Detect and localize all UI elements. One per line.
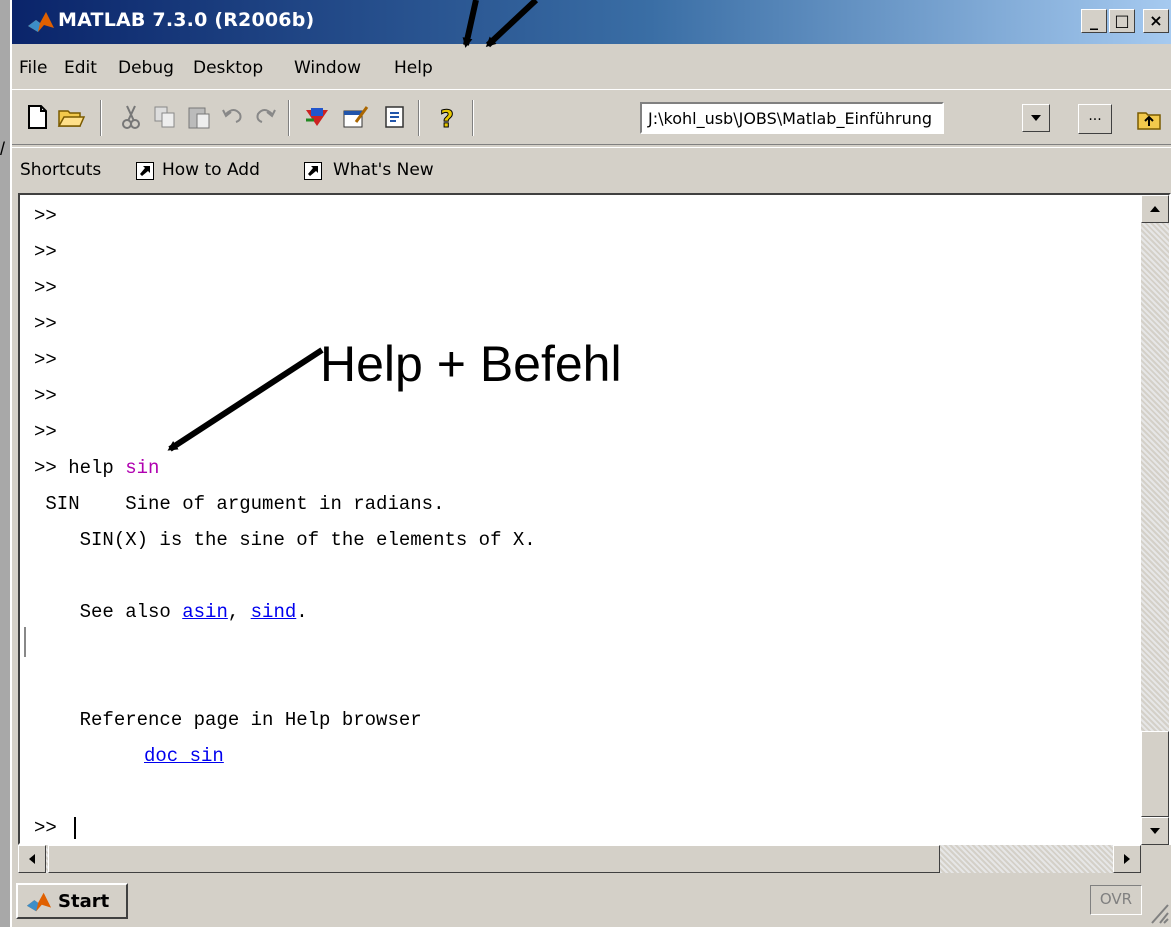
menu-file[interactable]: File <box>19 58 47 78</box>
help-icon[interactable]: ? <box>432 102 462 133</box>
ovr-indicator: OVR <box>1090 885 1142 915</box>
copy-icon[interactable] <box>150 102 180 132</box>
new-file-icon[interactable] <box>22 102 52 132</box>
matlab-logo-icon <box>28 12 54 32</box>
shortcuts-label: Shortcuts <box>20 160 102 180</box>
simulink-icon[interactable] <box>302 102 332 132</box>
scroll-right-button[interactable] <box>1113 845 1141 873</box>
menu-desktop[interactable]: Desktop <box>193 58 263 78</box>
browse-folder-button[interactable]: ... <box>1078 104 1112 134</box>
matlab-logo-icon <box>26 892 52 912</box>
prompt-line: >> <box>34 313 57 335</box>
horizontal-scroll-thumb[interactable] <box>48 845 940 873</box>
scroll-up-button[interactable] <box>1141 195 1169 223</box>
arrow-up-icon <box>1150 206 1160 212</box>
shortcut-icon <box>136 162 154 180</box>
status-bar: Start OVR <box>10 877 1171 927</box>
prompt-line: >> <box>34 385 57 407</box>
vertical-scroll-thumb[interactable] <box>1141 731 1169 817</box>
maximize-button[interactable]: □ <box>1109 9 1135 33</box>
prompt-line: >> <box>34 241 57 263</box>
help-prompt: >> <box>34 457 57 479</box>
current-prompt: >> <box>34 817 57 840</box>
text-caret-marker <box>24 627 26 657</box>
command-window[interactable]: >> >> >> >> >> >> >> >> help sin SIN Sin… <box>18 193 1171 845</box>
reference-line: Reference page in Help browser <box>34 709 422 731</box>
text-cursor <box>74 817 77 839</box>
help-argument: sin <box>125 457 160 479</box>
doc-sin-link-text[interactable]: doc sin <box>144 745 224 767</box>
svg-text:/: / <box>0 139 5 159</box>
scroll-left-button[interactable] <box>18 845 46 873</box>
shortcut-whats-new[interactable]: What's New <box>333 160 434 180</box>
guide-icon[interactable] <box>340 102 370 132</box>
arrow-left-icon <box>29 854 35 864</box>
vertical-scrollbar[interactable] <box>1141 195 1169 845</box>
toolbar-separator <box>418 100 420 136</box>
horizontal-scrollbar[interactable] <box>18 845 1141 873</box>
open-folder-icon[interactable] <box>56 102 86 132</box>
current-directory-field[interactable]: J:\kohl_usb\JOBS\Matlab_Einführung <box>640 102 944 134</box>
menu-bar: File Edit Debug Desktop Window Help <box>12 49 1171 87</box>
arrow-down-icon <box>1150 828 1160 834</box>
current-prompt-line[interactable]: >> <box>34 817 77 840</box>
title-bar[interactable]: MATLAB 7.3.0 (R2006b) _ □ × <box>12 0 1171 44</box>
resize-grip-icon[interactable] <box>1146 899 1170 925</box>
up-folder-icon[interactable] <box>1134 104 1164 134</box>
prompt-line: >> <box>34 205 57 227</box>
shortcut-how-to-add[interactable]: How to Add <box>162 160 260 180</box>
window-title: MATLAB 7.3.0 (R2006b) <box>58 9 315 31</box>
prompt-line: >> <box>34 277 57 299</box>
help-output-line: SIN(X) is the sine of the elements of X. <box>34 529 536 551</box>
profiler-icon[interactable] <box>380 102 410 132</box>
toolbar-separator <box>100 100 102 136</box>
toolbar-separator <box>472 100 474 136</box>
see-also-separator: , <box>227 601 251 623</box>
menu-edit[interactable]: Edit <box>64 58 97 78</box>
undo-icon[interactable] <box>218 102 248 132</box>
shortcut-icon <box>304 162 322 180</box>
link-doc-sin[interactable]: doc sin <box>144 745 224 767</box>
link-asin[interactable]: asin <box>182 601 228 623</box>
arrow-right-icon <box>1124 854 1130 864</box>
help-command-line: >> help sin <box>34 457 159 479</box>
minimize-button[interactable]: _ <box>1081 9 1107 33</box>
svg-text:?: ? <box>440 105 454 132</box>
redo-icon[interactable] <box>250 102 280 132</box>
help-output-line: SIN Sine of argument in radians. <box>34 493 445 515</box>
toolbar: ? J:\kohl_usb\JOBS\Matlab_Einführung ... <box>12 89 1171 145</box>
start-label: Start <box>58 891 110 912</box>
shortcuts-bar: Shortcuts How to Add What's New <box>12 147 1171 191</box>
help-command: help <box>68 457 114 479</box>
scroll-down-button[interactable] <box>1141 817 1169 845</box>
annotation-label: Help + Befehl <box>320 336 622 392</box>
cut-icon[interactable] <box>116 102 146 132</box>
current-directory-value: J:\kohl_usb\JOBS\Matlab_Einführung <box>648 109 933 128</box>
menu-debug[interactable]: Debug <box>118 58 174 78</box>
see-also-text: See also <box>34 601 183 623</box>
menu-help[interactable]: Help <box>394 58 433 78</box>
paste-icon[interactable] <box>184 102 214 132</box>
chevron-down-icon <box>1031 115 1041 121</box>
close-button[interactable]: × <box>1143 9 1169 33</box>
prompt-line: >> <box>34 349 57 371</box>
prompt-line: >> <box>34 421 57 443</box>
see-also-end: . <box>296 601 308 623</box>
directory-dropdown-button[interactable] <box>1022 104 1050 132</box>
menu-window[interactable]: Window <box>294 58 361 78</box>
link-sind[interactable]: sind <box>251 601 297 623</box>
toolbar-separator <box>288 100 290 136</box>
see-also-line: See also asin, sind. <box>34 601 308 623</box>
start-button[interactable]: Start <box>16 883 128 919</box>
